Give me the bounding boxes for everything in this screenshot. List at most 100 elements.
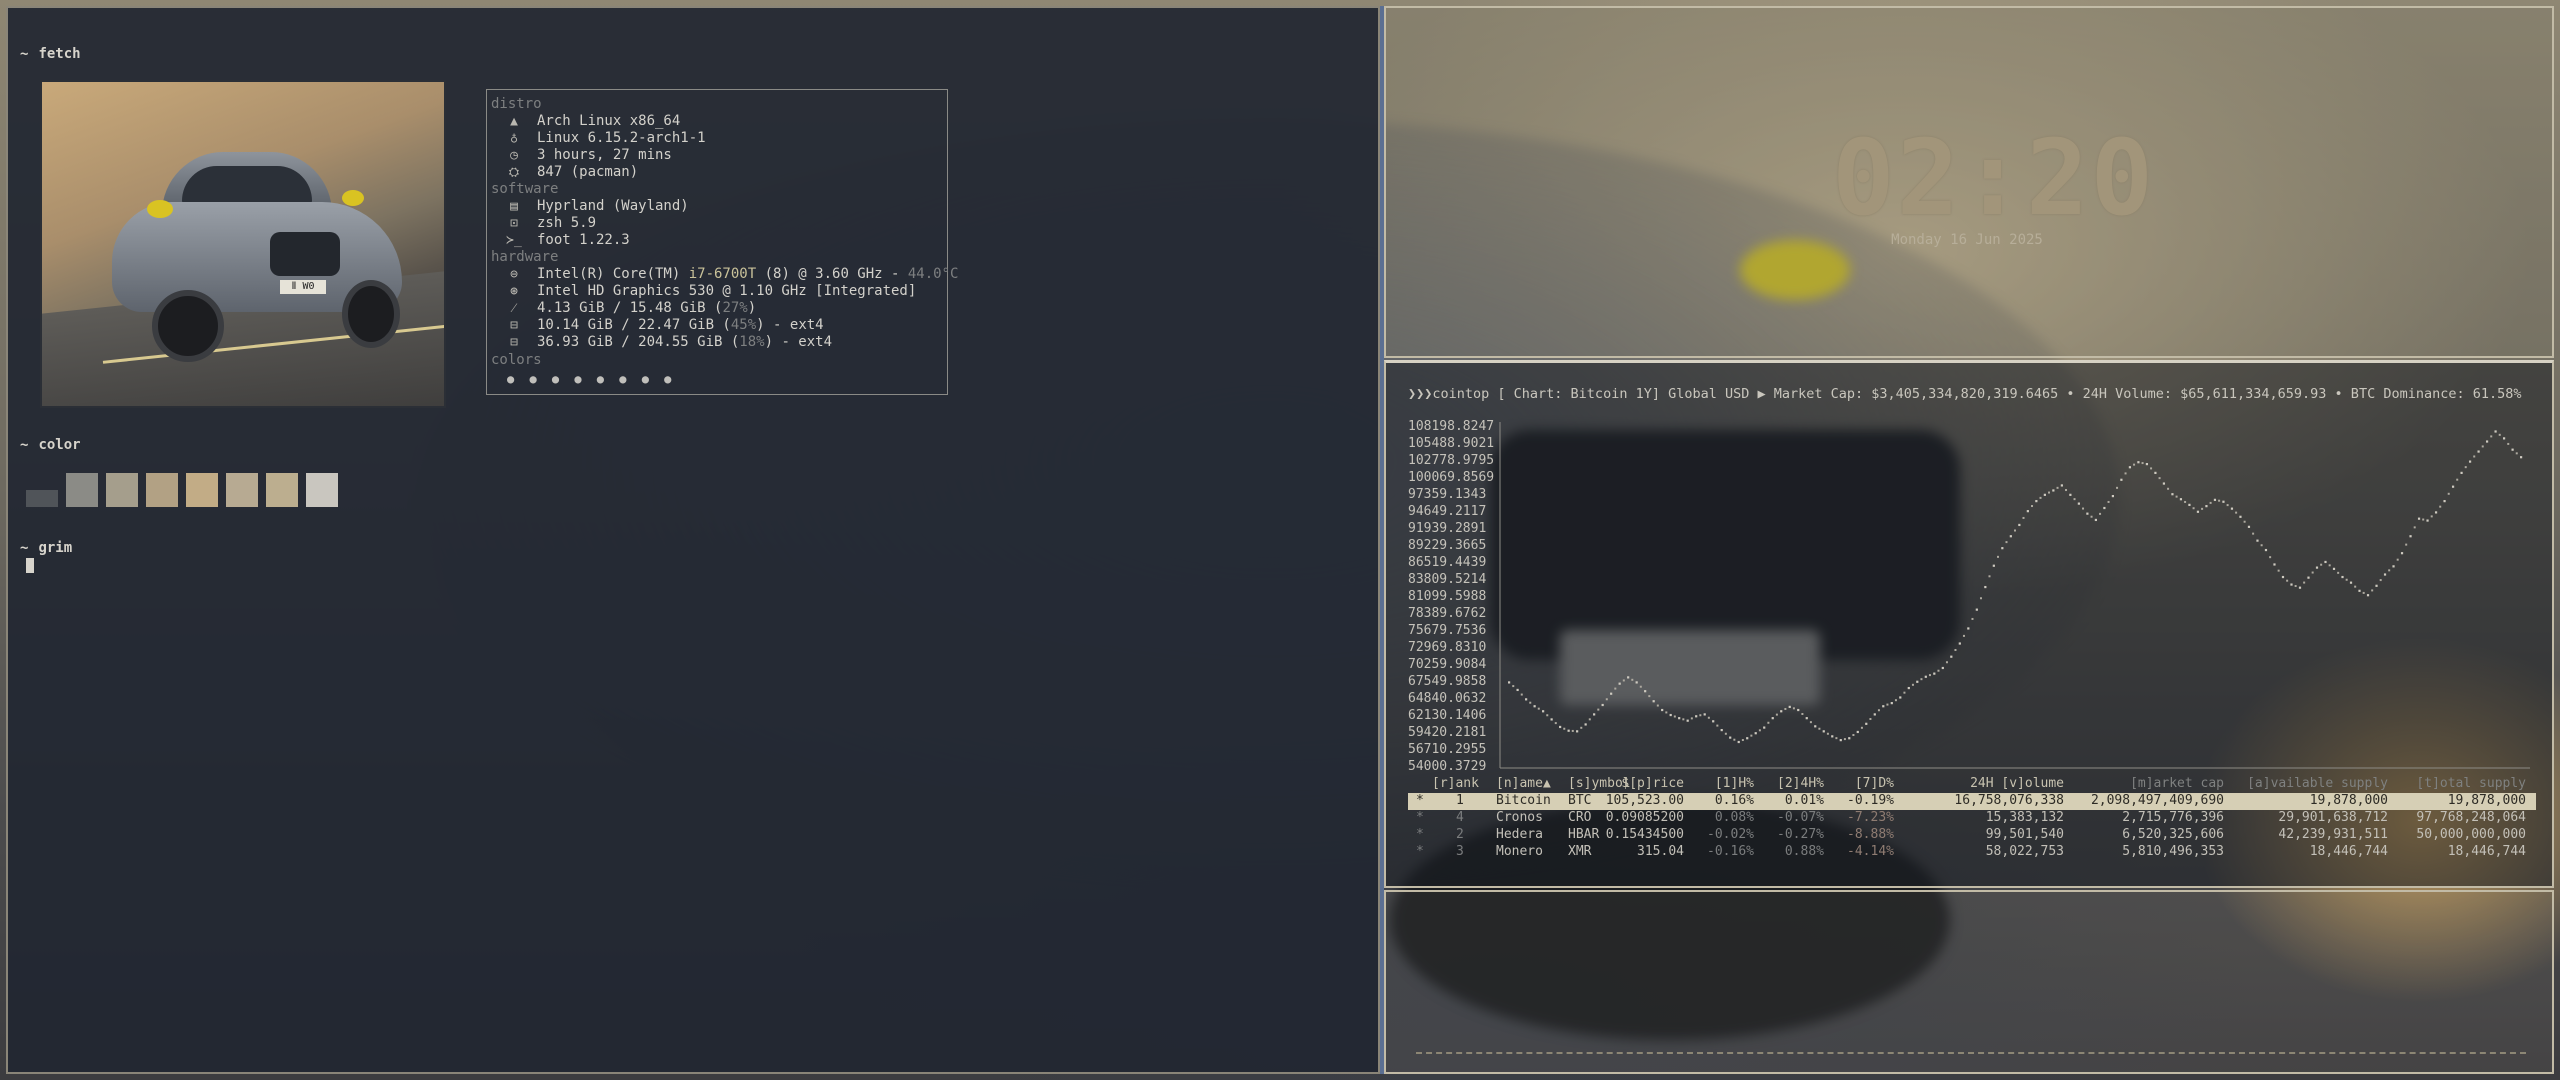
terminal-cursor[interactable] xyxy=(26,558,34,573)
col-volume[interactable]: 24H [v]olume xyxy=(1970,776,2064,791)
chart-point xyxy=(1950,655,1953,658)
y-tick-label: 72969.8310 xyxy=(1408,640,1486,655)
y-tick-label: 81099.5988 xyxy=(1408,589,1486,604)
cell-total: 97,768,248,064 xyxy=(2416,810,2526,825)
chart-point xyxy=(2103,506,2106,510)
chart-point xyxy=(1911,683,1914,686)
info-disk-root: ⊟ 10.14 GiB / 22.47 GiB (45%) - ext4 xyxy=(505,317,824,333)
table-row[interactable]: * 2 Hedera HBAR 0.15434500 -0.02% -0.27% -8.88%… xyxy=(1408,827,2536,844)
color-swatch xyxy=(266,473,298,507)
chart-point xyxy=(1843,738,1846,741)
coin-table[interactable]: [r]ank [n]ame▲ [s]ymbol $[p]rice [1]H% [… xyxy=(1408,776,2536,861)
price-chart: 108198.8247 105488.9021 102778.9795 100069.… xyxy=(1408,419,2530,774)
chart-point xyxy=(1818,727,1821,730)
disk-home-text: 36.93 GiB / 204.55 GiB ( xyxy=(537,334,740,350)
cell-d7: -8.88% xyxy=(1847,827,1894,842)
clock-time: 02:20 xyxy=(1832,117,2156,239)
chart-point xyxy=(2133,463,2136,466)
chart-point xyxy=(2451,485,2455,488)
chart-point xyxy=(1610,692,1613,695)
chart-point xyxy=(2205,505,2208,508)
col-7d[interactable]: [7]D% xyxy=(1855,776,1894,791)
chart-point xyxy=(1750,734,1753,737)
chart-point xyxy=(2039,496,2042,499)
chart-point xyxy=(2511,448,2514,451)
chart-point xyxy=(2048,491,2051,494)
col-name[interactable]: [n]ame▲ xyxy=(1496,776,1551,791)
col-market-cap[interactable]: [m]arket cap xyxy=(2130,776,2224,791)
chart-point xyxy=(2035,500,2038,503)
col-available-supply[interactable]: [a]vailable supply xyxy=(2247,776,2388,791)
info-terminal: ≻_ foot 1.22.3 xyxy=(505,232,630,248)
cell-total: 18,446,744 xyxy=(2447,844,2526,859)
chart-point xyxy=(1839,739,1842,742)
chart-point xyxy=(2494,430,2497,433)
cell-h24: 0.88% xyxy=(1784,844,1824,859)
chart-point xyxy=(1516,688,1519,692)
chart-point xyxy=(2145,463,2149,466)
chart-point xyxy=(2307,576,2310,579)
dashed-separator xyxy=(1416,1052,2526,1054)
color-swatch xyxy=(26,490,58,507)
chart-point xyxy=(2388,569,2391,572)
cell-star: * xyxy=(1416,810,1424,825)
chart-point xyxy=(2264,548,2268,552)
color-swatch xyxy=(106,473,138,507)
chart-point xyxy=(2222,500,2225,503)
y-tick-label: 70259.9084 xyxy=(1408,657,1486,672)
chart-point xyxy=(1542,710,1545,713)
chart-point xyxy=(1792,707,1795,710)
info-wm: ▤ Hyprland (Wayland) xyxy=(505,198,689,214)
chart-point xyxy=(2120,478,2123,481)
chart-point xyxy=(1899,696,1902,699)
empty-terminal-window[interactable] xyxy=(1384,890,2554,1074)
y-tick-label: 105488.9021 xyxy=(1408,436,1494,451)
col-24h[interactable]: [2]4H% xyxy=(1777,776,1824,791)
chart-point xyxy=(1758,729,1761,732)
chart-point xyxy=(1682,718,1685,721)
col-1h[interactable]: [1]H% xyxy=(1715,776,1754,791)
table-row[interactable]: * 4 Cronos CRO 0.09085200 0.08% -0.07% -7.23% 15… xyxy=(1408,810,2536,827)
table-row[interactable]: * 3 Monero XMR 315.04 -0.16% 0.88% -4.14% 58,022… xyxy=(1408,844,2536,861)
disk-root-percent: 45% xyxy=(730,317,757,333)
col-price[interactable]: $[p]rice xyxy=(1621,776,1684,791)
chart-point xyxy=(1593,713,1596,716)
fetch-info-box: distro ▲ Arch Linux x86_64 ♁ Linux 6.15.2-… xyxy=(486,89,958,395)
grim-prompt: ~ grim xyxy=(20,540,72,556)
y-tick-label: 75679.7536 xyxy=(1408,623,1486,638)
chart-point xyxy=(1618,682,1621,685)
info-uptime: ◷ 3 hours, 27 mins xyxy=(505,147,672,163)
cell-volume: 99,501,540 xyxy=(1985,827,2064,842)
y-tick-label: 89229.3665 xyxy=(1408,538,1486,553)
cpu-icon: ⊜ xyxy=(510,267,518,282)
chart-point xyxy=(1996,555,1999,558)
info-gpu: ⊛ Intel HD Graphics 530 @ 1.10 GHz [Integ… xyxy=(505,283,916,299)
chart-point xyxy=(1627,676,1630,679)
chart-point xyxy=(2167,487,2170,490)
chart-point xyxy=(1669,713,1672,717)
col-rank[interactable]: [r]ank xyxy=(1432,776,1479,791)
car-plate-shape: Ⅱ W0 xyxy=(280,280,326,294)
chart-point xyxy=(1979,597,1982,600)
chart-point xyxy=(1924,675,1927,678)
table-row[interactable]: * 1 Bitcoin BTC 105,523.00 0.16% 0.01% -0.19% 16… xyxy=(1408,793,2536,810)
chart-point xyxy=(1656,704,1659,707)
disk-root-text: 10.14 GiB / 22.47 GiB ( xyxy=(537,317,731,333)
chart-point xyxy=(2468,460,2472,463)
chart-point xyxy=(2413,526,2416,529)
col-total-supply[interactable]: [t]otal supply xyxy=(2416,776,2526,791)
chart-point xyxy=(2294,585,2297,588)
chart-point xyxy=(2086,512,2089,515)
memory-text-tail: ) xyxy=(747,300,757,316)
chart-point xyxy=(2392,565,2395,568)
linux-tux-icon: ♁ xyxy=(510,131,518,146)
chart-point xyxy=(1741,739,1744,742)
chart-point xyxy=(1520,693,1523,696)
chart-point xyxy=(2239,515,2242,518)
cpu-model: i7-6700T xyxy=(688,266,757,282)
chart-point xyxy=(1716,724,1719,727)
cell-star: * xyxy=(1416,827,1424,842)
chart-point xyxy=(1746,737,1749,740)
y-tick-label: 108198.8247 xyxy=(1408,419,1494,434)
chart-point xyxy=(1512,685,1515,688)
